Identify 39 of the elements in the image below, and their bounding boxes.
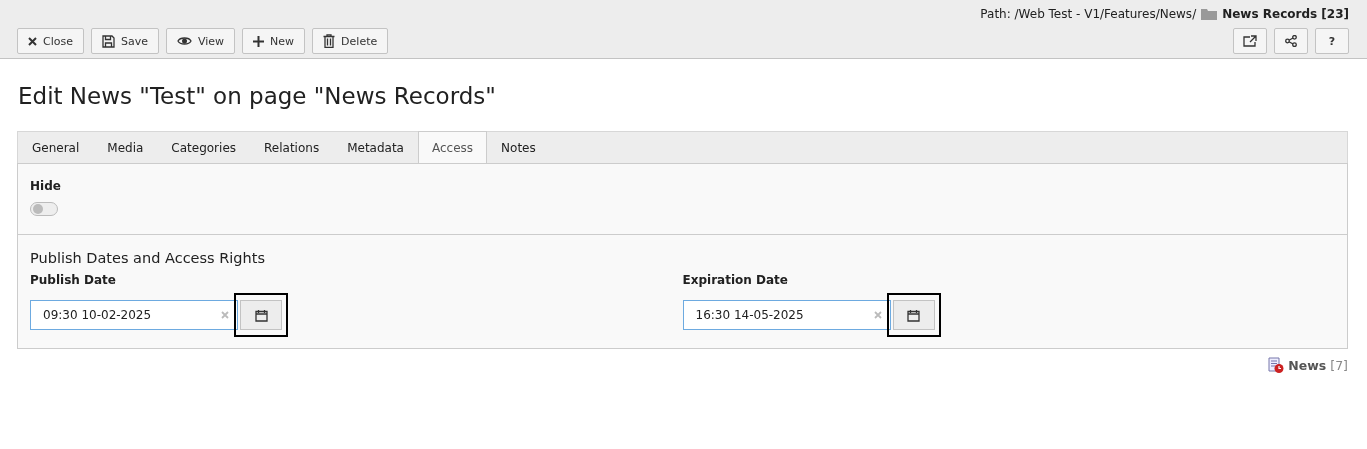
page-title: News Records [23]: [1222, 7, 1349, 21]
tab[interactable]: General: [18, 131, 94, 163]
tab[interactable]: Access: [417, 131, 488, 163]
path-text: Path: /Web Test - V1/Features/News/: [980, 7, 1197, 21]
calendar-button[interactable]: [892, 300, 935, 330]
page-heading: Edit News "Test" on page "News Records": [18, 83, 497, 109]
record-count: [7]: [1330, 357, 1348, 373]
eye-icon: [177, 36, 192, 46]
external-button[interactable]: [1233, 28, 1267, 54]
toolbar-button[interactable]: View: [166, 28, 236, 54]
calendar-icon: [254, 308, 268, 322]
folder-icon: [1201, 8, 1218, 20]
tab[interactable]: Metadata: [333, 131, 418, 163]
toolbar-button[interactable]: Close: [17, 28, 84, 54]
date-input[interactable]: 16:30 14-05-2025: [682, 300, 891, 330]
tab[interactable]: Categories: [157, 131, 251, 163]
date-input[interactable]: 09:30 10-02-2025: [30, 300, 238, 330]
help-button[interactable]: ?: [1315, 28, 1349, 54]
news-record-icon: [1268, 357, 1285, 373]
toolbar-button[interactable]: New: [242, 28, 306, 54]
tab[interactable]: Relations: [250, 131, 334, 163]
calendar-button[interactable]: [240, 300, 282, 330]
field-label: Publish Date: [30, 273, 117, 287]
field-label: Expiration Date: [682, 273, 789, 287]
toggle-switch[interactable]: [30, 202, 58, 216]
trash-icon: [323, 34, 336, 48]
calendar-icon: [907, 308, 920, 322]
tab[interactable]: Media: [93, 131, 158, 163]
external-link-icon: [1243, 35, 1257, 47]
section-title: Publish Dates and Access Rights: [30, 250, 266, 266]
toolbar-button[interactable]: Delete: [312, 28, 389, 54]
plus-icon: [253, 35, 265, 47]
toolbar-button[interactable]: Save: [90, 28, 159, 54]
record-type-label[interactable]: News: [1288, 357, 1327, 373]
share-icon: [1285, 35, 1297, 47]
tab[interactable]: Notes: [487, 131, 550, 163]
close-icon: [28, 36, 37, 46]
share-button[interactable]: [1274, 28, 1308, 54]
field-label: Hide: [30, 179, 62, 193]
